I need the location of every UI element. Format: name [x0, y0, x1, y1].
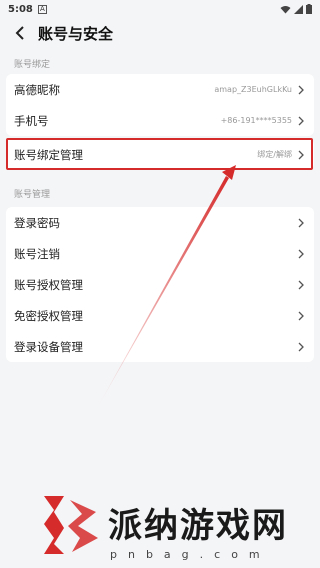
watermark-text: 派纳游戏网	[108, 506, 288, 546]
watermark: 派纳游戏网 pnbag.com	[0, 478, 320, 568]
watermark-url: pnbag.com	[110, 548, 271, 561]
watermark-logo	[44, 496, 98, 554]
